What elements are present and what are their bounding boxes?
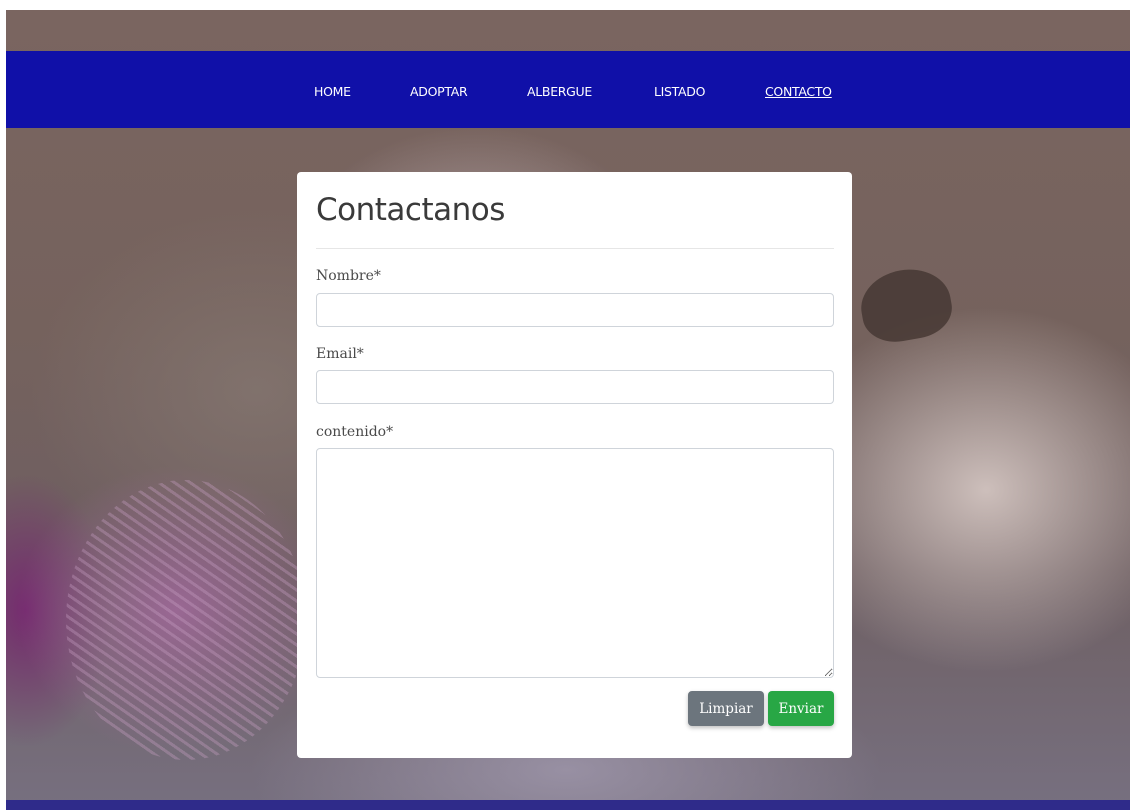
nav-item-adoptar[interactable]: ADOPTAR (410, 84, 468, 100)
top-navbar: HOME ADOPTAR ALBERGUE LISTADO CONTACTO (6, 51, 1130, 128)
form-title: Contactanos (316, 192, 505, 228)
reset-button[interactable]: Limpiar (688, 691, 764, 726)
contact-form-card: Contactanos Nombre* Email* contenido* Li… (297, 172, 852, 758)
title-divider (316, 248, 834, 249)
nombre-label: Nombre* (316, 268, 381, 284)
kitten-ear-shape (855, 262, 957, 348)
contenido-label: contenido* (316, 424, 394, 440)
nav-item-listado[interactable]: LISTADO (654, 84, 705, 100)
footer-strip (6, 800, 1130, 810)
email-input[interactable] (316, 370, 834, 404)
nav-item-contacto[interactable]: CONTACTO (765, 84, 832, 100)
email-label: Email* (316, 346, 364, 362)
submit-button[interactable]: Enviar (768, 691, 834, 726)
nav-item-home[interactable]: HOME (314, 84, 351, 100)
yarn-ball-shape (66, 480, 306, 760)
nav-item-albergue[interactable]: ALBERGUE (527, 84, 592, 100)
page: HOME ADOPTAR ALBERGUE LISTADO CONTACTO C… (0, 0, 1130, 810)
contenido-textarea[interactable] (316, 448, 834, 678)
nombre-input[interactable] (316, 293, 834, 327)
